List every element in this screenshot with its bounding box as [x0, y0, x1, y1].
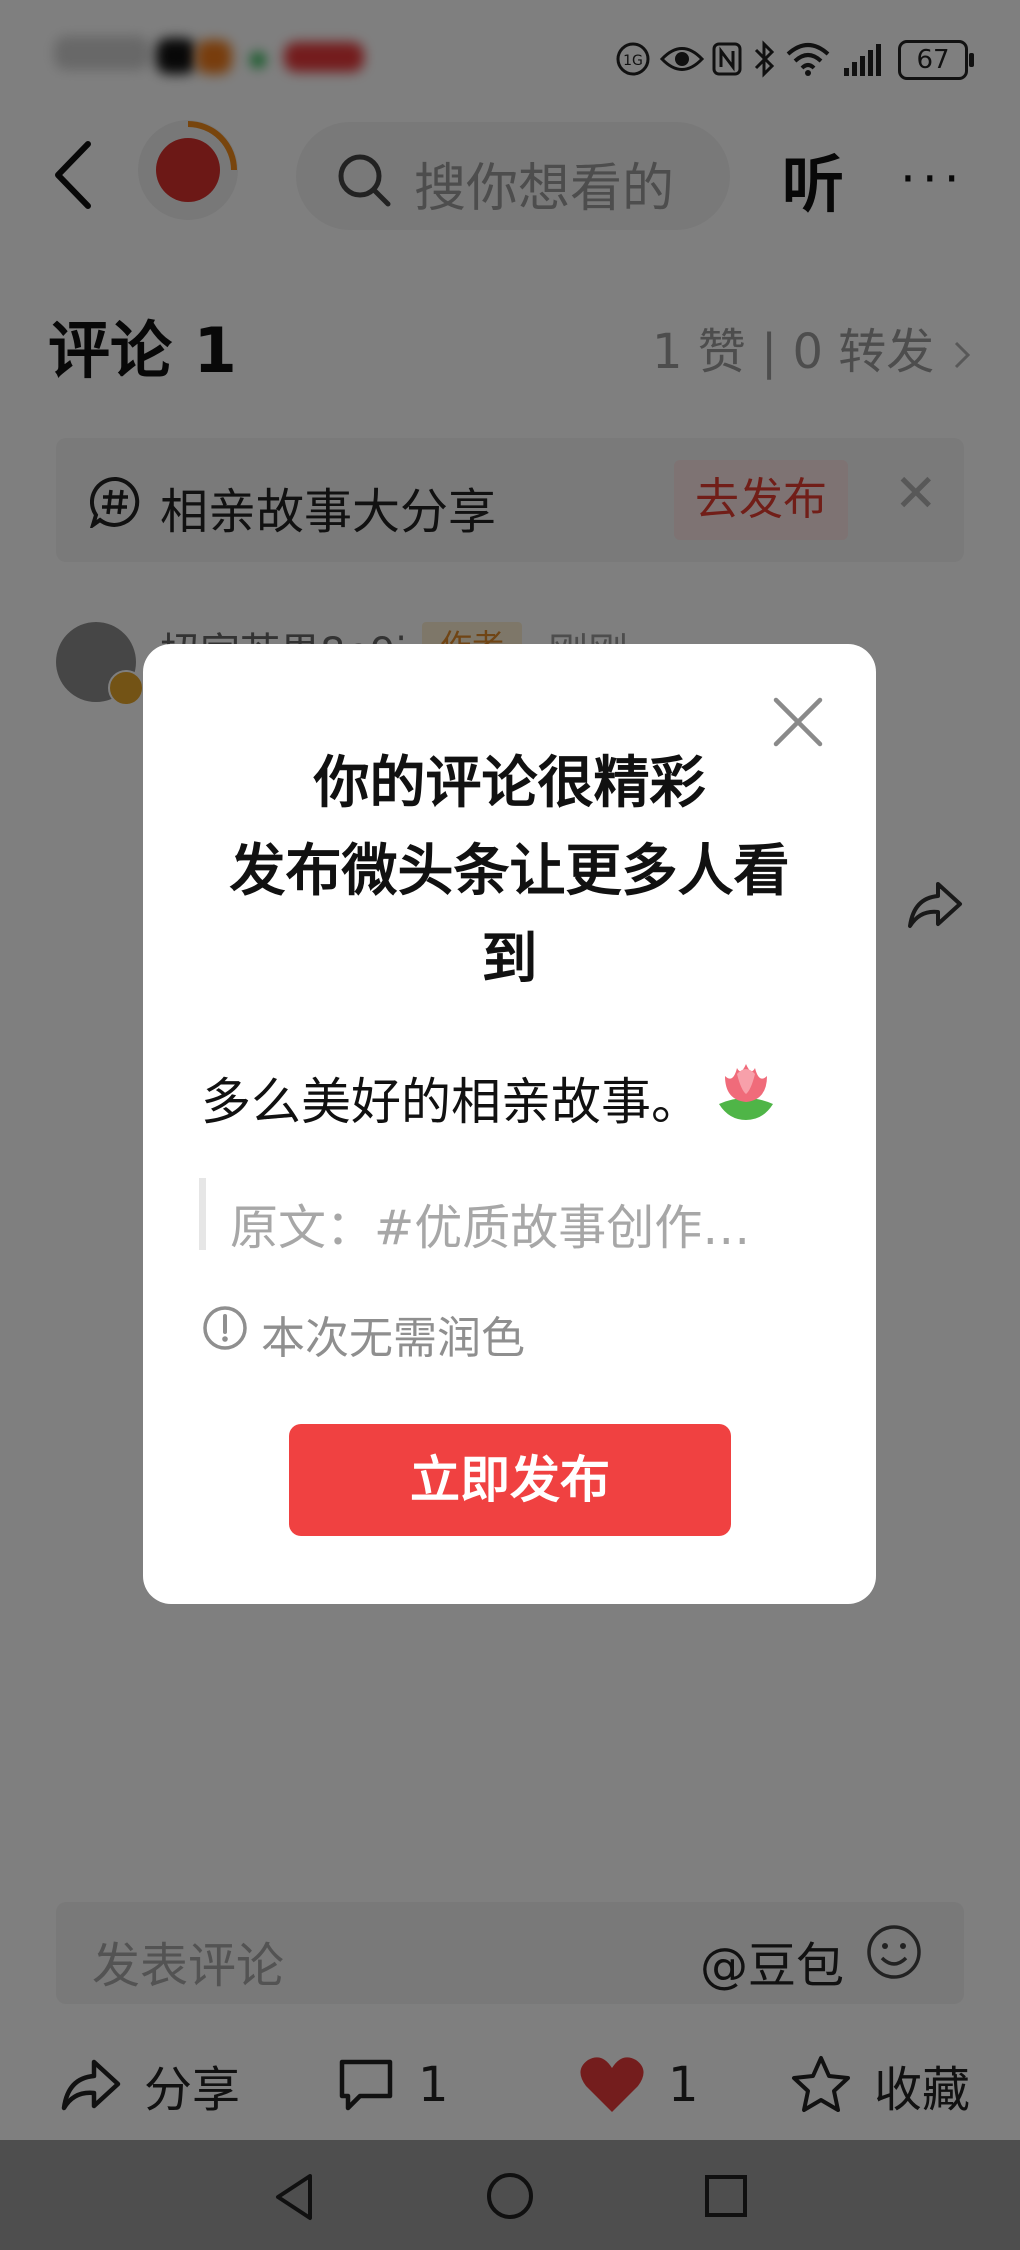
- nav-bar-dim: [0, 2140, 1020, 2250]
- comment-preview: 多么美好的相亲故事。: [201, 1073, 701, 1131]
- publish-now-button[interactable]: 立即发布: [289, 1424, 731, 1536]
- polish-hint: 本次无需润色: [261, 1313, 525, 1364]
- dialog-title-line: 到: [481, 927, 538, 992]
- dialog-title-line: 你的评论很精彩: [313, 751, 706, 816]
- publish-dialog: 你的评论很精彩 发布微头条让更多人看 到 多么美好的相亲故事。 原文：#优质故事…: [143, 644, 876, 1604]
- quote-text: 原文：#优质故事创作…: [230, 1200, 751, 1256]
- dialog-title-line: 发布微头条让更多人看: [229, 839, 790, 904]
- status-bar-dim: [0, 0, 1020, 100]
- original-quote: 原文：#优质故事创作…: [199, 1178, 766, 1256]
- tulip-emoji-icon: [719, 1064, 773, 1120]
- dialog-title: 你的评论很精彩 发布微头条让更多人看 到: [203, 740, 816, 1004]
- info-icon: [203, 1306, 247, 1350]
